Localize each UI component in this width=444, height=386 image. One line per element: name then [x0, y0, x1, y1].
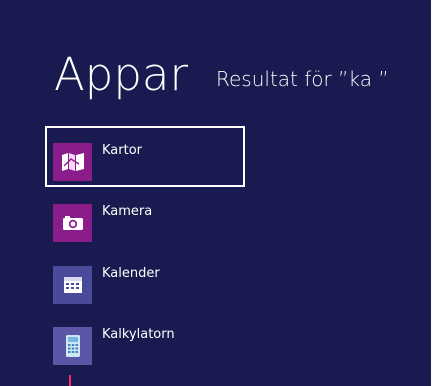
- calendar-icon: [53, 266, 92, 304]
- app-result-label: Kalender: [102, 266, 160, 281]
- maps-icon: [53, 143, 92, 181]
- text-cursor: [69, 375, 71, 386]
- app-result-label: Kamera: [102, 204, 153, 219]
- app-result-kalender[interactable]: Kalender: [45, 249, 245, 310]
- search-header: Appar Resultat för ”ka ”: [54, 52, 389, 112]
- app-result-kamera[interactable]: Kamera: [45, 187, 245, 248]
- search-results-subtitle: Resultat för ”ka ”: [216, 67, 389, 91]
- camera-icon: [53, 204, 92, 242]
- page-title: Appar: [54, 48, 188, 101]
- app-result-label: Kartor: [102, 143, 143, 158]
- calculator-icon: [53, 327, 92, 365]
- app-result-kalkylatorn[interactable]: Kalkylatorn: [45, 310, 245, 371]
- app-result-label: Kalkylatorn: [102, 327, 175, 342]
- start-search-screen: Appar Resultat för ”ka ” Kartor Kamera K…: [0, 0, 431, 386]
- app-result-kartor[interactable]: Kartor: [45, 126, 245, 187]
